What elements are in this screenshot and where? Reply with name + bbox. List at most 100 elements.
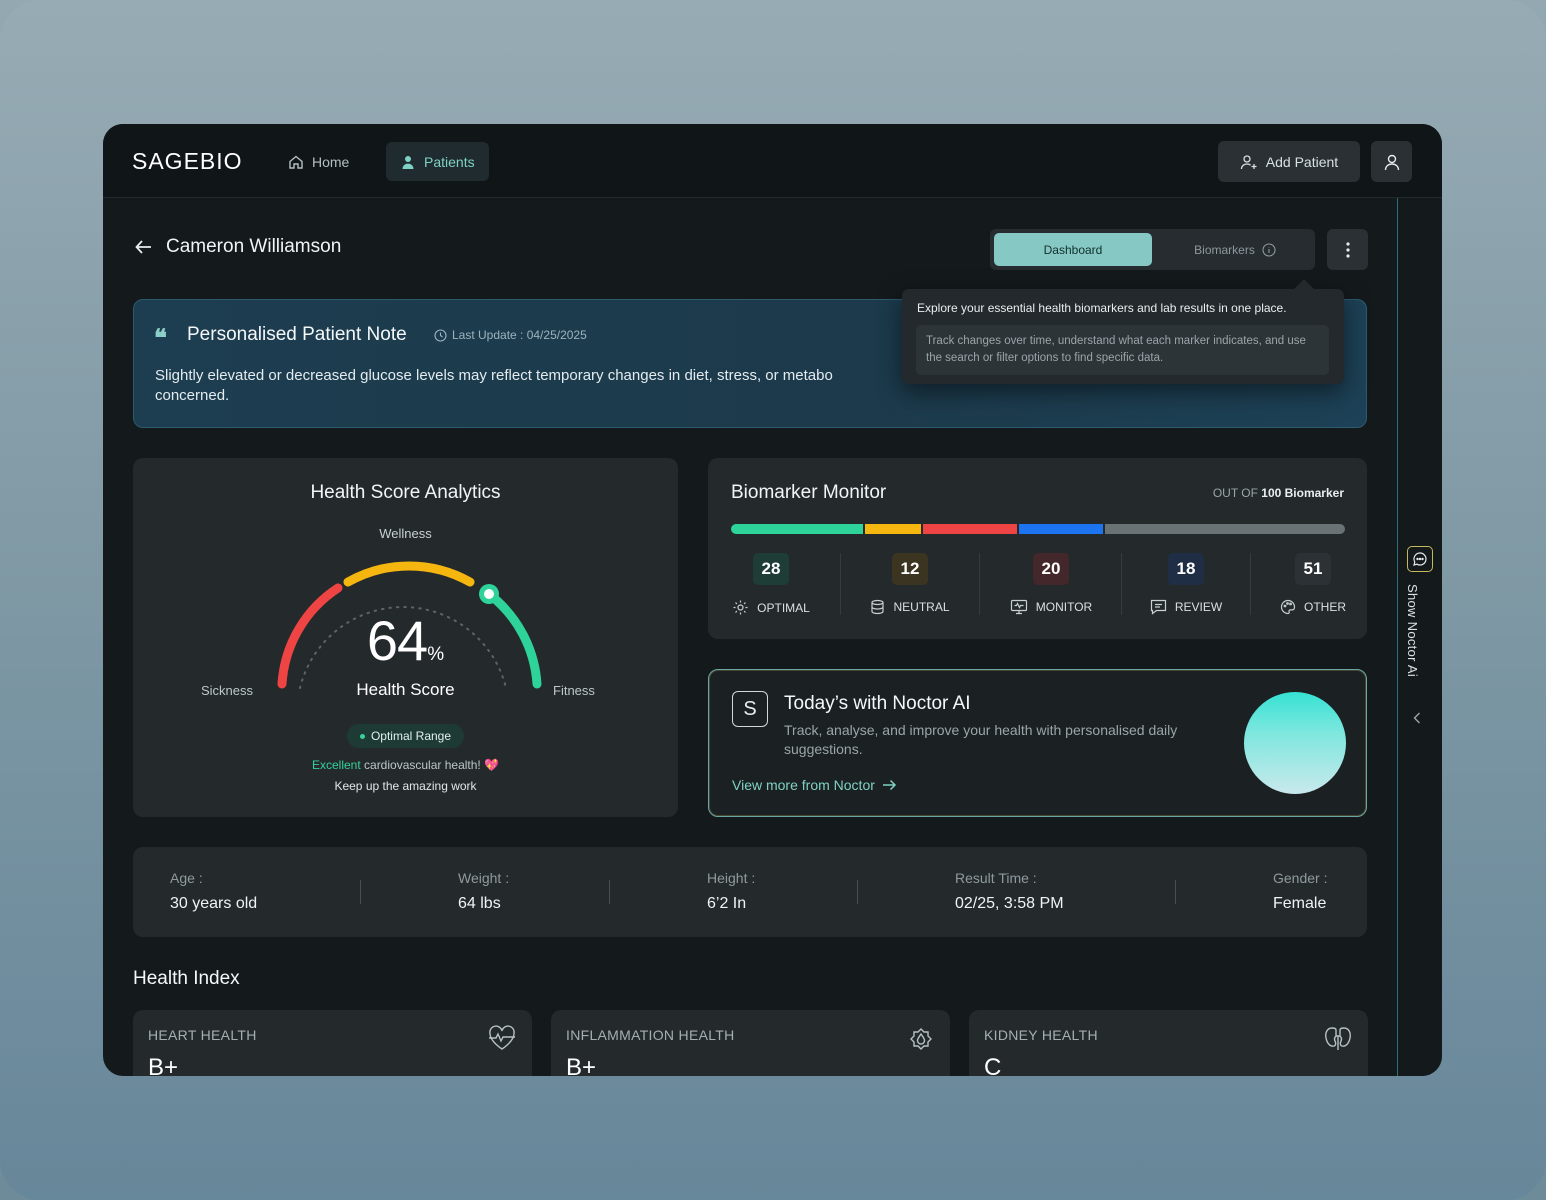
biomarker-monitor-title: Biomarker Monitor (731, 482, 887, 503)
info-icon[interactable] (1262, 242, 1276, 257)
stat-monitor-label: MONITOR (1035, 600, 1093, 614)
health-score-title: Health Score Analytics (310, 482, 501, 503)
clock-icon (434, 328, 447, 342)
app-logo[interactable]: SAGEBIO (132, 148, 243, 175)
stat-optimal-label: OPTIMAL (757, 600, 810, 615)
info-divider (609, 880, 610, 904)
noctor-orb (1244, 692, 1346, 794)
patient-info-bar: Age : 30 years old Weight : 64 lbs Heigh… (133, 847, 1367, 937)
note-body-line2: concerned. (155, 387, 230, 404)
noctor-side-panel[interactable]: Show Noctor Ai (1397, 198, 1442, 1076)
heart-health-card[interactable]: HEART HEALTH B+ (133, 1010, 532, 1076)
biomarker-distribution-bar (731, 524, 1345, 534)
note-body: Slightly elevated or decreased glucose l… (155, 366, 925, 406)
stat-neutral[interactable]: 12 NEUTRAL (868, 553, 952, 615)
heart-pulse-icon (489, 1025, 515, 1050)
heart-health-grade: B+ (148, 1054, 179, 1076)
add-user-icon (1240, 154, 1257, 169)
more-options-button[interactable] (1327, 229, 1368, 270)
kebab-icon (1345, 241, 1350, 258)
stat-other-count: 51 (1295, 553, 1331, 585)
comment-icon (1150, 599, 1166, 615)
gauge-marker-inner (484, 589, 494, 599)
nav-home-label: Home (312, 153, 350, 170)
health-index-title: Health Index (133, 968, 240, 989)
stat-optimal-count: 28 (753, 553, 789, 585)
info-divider (1175, 880, 1176, 904)
info-result-key: Result Time : (955, 870, 1037, 886)
kidney-icon (1325, 1027, 1351, 1050)
info-weight: Weight : 64 lbs (458, 870, 509, 913)
info-age: Age : 30 years old (170, 870, 257, 913)
distribution-segment-review (1018, 524, 1104, 534)
top-navbar: SAGEBIO Home Patients Add Patient (103, 124, 1442, 198)
user-icon (402, 155, 414, 169)
kidney-health-card[interactable]: KIDNEY HEALTH C (969, 1010, 1368, 1076)
info-divider (857, 880, 858, 904)
biomarker-total: OUT OF 100 Biomarker (1213, 486, 1344, 500)
inflammation-health-grade: B+ (566, 1054, 597, 1076)
noctor-view-more-link[interactable]: View more from Noctor (732, 777, 897, 793)
stat-divider (840, 553, 841, 615)
wellness-label: Wellness (379, 526, 432, 541)
tab-biomarkers-label: Biomarkers (1194, 242, 1255, 257)
tab-biomarkers[interactable]: Biomarkers (1160, 233, 1310, 266)
tooltip-body: Track changes over time, understand what… (916, 325, 1329, 375)
profile-icon (1384, 154, 1399, 170)
info-weight-value: 64 lbs (458, 895, 501, 912)
note-body-line1: Slightly elevated or decreased glucose l… (155, 367, 833, 384)
health-score-value: 64% (133, 608, 678, 673)
noctor-title: Today’s with Noctor AI (784, 693, 971, 714)
health-score-card: Health Score Analytics Wellness Sickness… (133, 458, 678, 817)
stat-review[interactable]: 18 REVIEW (1148, 553, 1224, 615)
info-height-value: 6’2 In (707, 895, 747, 912)
inflammation-health-card[interactable]: INFLAMMATION HEALTH B+ (551, 1010, 950, 1076)
distribution-segment-neutral (864, 524, 921, 534)
patient-name: Cameron Williamson (166, 236, 342, 257)
stat-optimal[interactable]: 28 OPTIMAL (731, 553, 811, 616)
note-last-update-text: Last Update : 04/25/2025 (452, 328, 587, 342)
heart-health-label: HEART HEALTH (148, 1027, 257, 1043)
stat-divider (979, 553, 980, 615)
biomarker-monitor-card: Biomarker Monitor OUT OF 100 Biomarker 2… (708, 458, 1367, 639)
distribution-segment-monitor (922, 524, 1017, 534)
profile-button[interactable] (1371, 141, 1412, 182)
noctor-description: Track, analyse, and improve your health … (784, 722, 1178, 757)
chat-icon[interactable] (1407, 546, 1433, 572)
info-divider (360, 880, 361, 904)
info-height-key: Height : (707, 870, 756, 886)
kidney-health-label: KIDNEY HEALTH (984, 1027, 1098, 1043)
chevron-left-icon[interactable] (1413, 712, 1421, 727)
kidney-health-grade: C (984, 1054, 1002, 1076)
distribution-segment-other (1105, 524, 1345, 534)
info-age-value: 30 years old (170, 895, 258, 912)
nav-patients[interactable]: Patients (386, 142, 489, 181)
health-score-number: 64 (366, 609, 428, 672)
health-message-highlight: Excellent (311, 758, 361, 772)
stat-neutral-label: NEUTRAL (893, 600, 950, 614)
arrow-right-icon (882, 779, 896, 791)
back-arrow-icon[interactable] (134, 237, 154, 257)
nav-home[interactable]: Home (274, 142, 363, 181)
gear-icon (733, 600, 748, 615)
optimal-range-text: Optimal Range (370, 729, 452, 743)
distribution-segment-optimal (731, 524, 863, 534)
stat-monitor[interactable]: 20 MONITOR (1006, 553, 1096, 615)
add-patient-button[interactable]: Add Patient (1218, 141, 1360, 182)
quote-icon: ❝ (154, 323, 167, 352)
stat-monitor-count: 20 (1033, 553, 1069, 585)
stat-other[interactable]: 51 OTHER (1278, 553, 1348, 615)
tab-dashboard[interactable]: Dashboard (994, 233, 1152, 266)
show-noctor-label[interactable]: Show Noctor Ai (1405, 584, 1420, 677)
health-score-unit: % (427, 644, 445, 665)
home-icon (289, 155, 303, 169)
biomarker-total-value: 100 Biomarker (1261, 486, 1344, 500)
stat-neutral-count: 12 (892, 553, 928, 585)
info-gender-value: Female (1273, 895, 1327, 912)
status-dot (359, 733, 365, 739)
biomarkers-tooltip: Explore your essential health biomarkers… (902, 289, 1344, 384)
stat-review-count: 18 (1168, 553, 1204, 585)
database-icon (871, 599, 885, 615)
palette-icon (1280, 599, 1296, 615)
info-gender: Gender : Female (1273, 870, 1327, 913)
